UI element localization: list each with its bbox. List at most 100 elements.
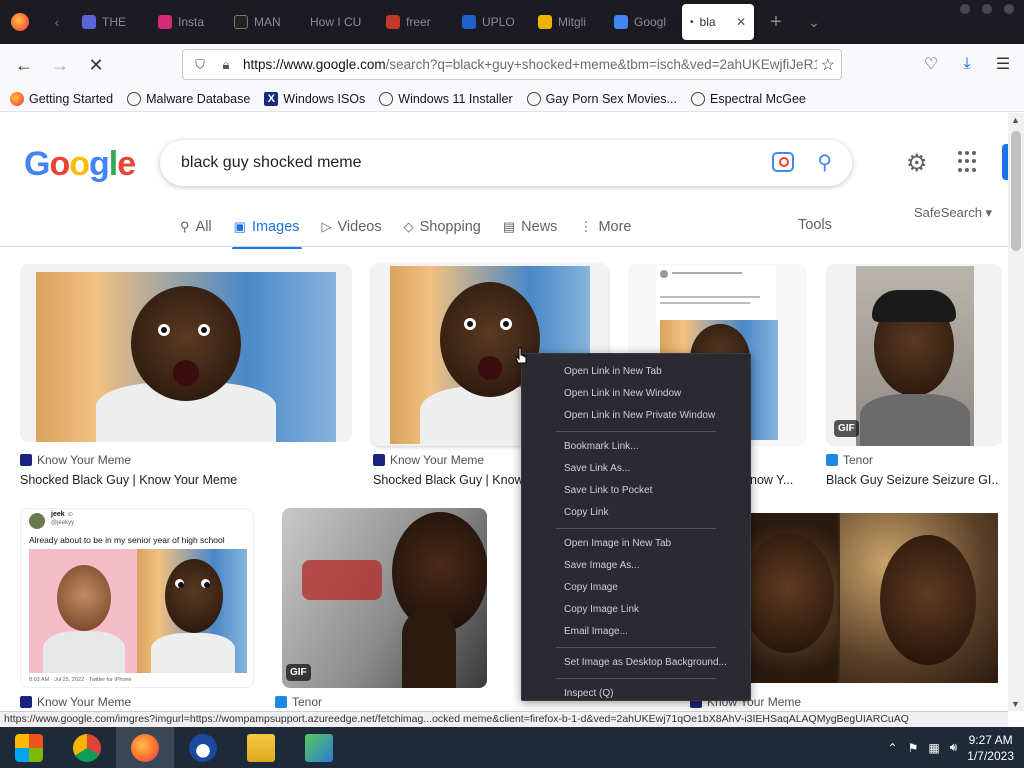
bookmark-item[interactable]: Windows 11 Installer [379,91,513,106]
image-result-thumbnail[interactable]: GIF [826,264,1002,446]
menu-item-open-image-new-tab[interactable]: Open Image in New Tab [522,533,750,555]
tab-videos[interactable]: ▷ Videos [322,209,382,245]
menu-item-copy-link[interactable]: Copy Link [522,502,750,524]
browser-tab[interactable]: Googl [606,4,680,40]
taskbar-file-explorer[interactable] [232,727,290,768]
menu-item-save-link-to-pocket[interactable]: Save Link to Pocket [522,480,750,502]
bookmark-label: Getting Started [29,91,114,106]
taskbar-obama[interactable] [174,727,232,768]
result-caption[interactable]: Shocked Black Guy | Know [373,473,521,487]
chrome-icon [73,733,101,762]
bookmark-item[interactable]: Espectral McGee [690,91,806,106]
new-tab-button[interactable]: + [756,11,796,34]
bookmark-item[interactable]: Malware Database [127,91,250,106]
tools-button[interactable]: Tools [798,217,832,233]
google-logo[interactable]: Google [24,145,136,184]
image-result-thumbnail[interactable]: jeek ☺ @jeekyy Already about to be in my… [20,508,254,688]
image-result-thumbnail[interactable] [20,264,352,442]
taskbar-chrome[interactable] [58,727,116,768]
close-window-button[interactable] [1004,4,1014,14]
tab-scroll-left-button[interactable]: ‹ [40,0,74,44]
clock[interactable]: 9:27 AM 1/7/2023 [967,732,1014,764]
google-lens-icon[interactable] [772,152,794,172]
tab-label: UPLO [482,15,515,29]
maximize-button[interactable] [982,4,992,14]
scroll-up-icon[interactable]: ▲ [1011,115,1020,125]
gear-icon[interactable]: ⚙ [906,149,928,178]
pocket-icon[interactable]: ♡ [918,50,944,78]
taskbar-network[interactable] [290,727,348,768]
tab-news[interactable]: ▤ News [503,209,558,245]
scroll-down-icon[interactable]: ▼ [1011,699,1020,709]
menu-item-copy-image[interactable]: Copy Image [522,577,750,599]
menu-item-open-link-new-window[interactable]: Open Link in New Window [522,383,750,405]
menu-item-save-link-as[interactable]: Save Link As... [522,458,750,480]
address-bar[interactable]: ⛉ 🔒︎ https://www.google.com/search?q=bla… [182,49,842,80]
result-source[interactable]: Know Your Meme [373,453,484,467]
back-button[interactable]: ← [6,49,42,81]
volume-icon[interactable]: 🔊︎ [950,740,958,755]
browser-tab[interactable]: MAN [226,4,300,40]
downloads-icon[interactable]: ⤓ [954,50,980,78]
stop-loading-button[interactable]: ✕ [78,49,114,81]
result-source[interactable]: Tenor [826,453,873,467]
durag [872,290,956,322]
tab-more[interactable]: ⋮ More [579,209,631,245]
gif-badge: GIF [286,664,311,681]
browser-tab[interactable]: Insta [150,4,224,40]
bookmark-item[interactable]: X Windows ISOs [264,91,365,106]
menu-item-bookmark-link[interactable]: Bookmark Link... [522,436,750,458]
tab-all[interactable]: ⚲ All [180,209,212,245]
close-tab-icon[interactable]: ✕ [736,15,746,29]
menu-item-set-desktop-background[interactable]: Set Image as Desktop Background... [522,652,750,674]
search-icon[interactable]: ⚲ [817,150,832,175]
minimize-button[interactable] [960,4,970,14]
list-all-tabs-button[interactable]: ⌄ [796,14,832,31]
menu-item-copy-image-link[interactable]: Copy Image Link [522,599,750,621]
background-car [302,560,382,600]
bookmark-star-icon[interactable]: ☆ [816,55,835,75]
result-caption[interactable]: Shocked Black Guy | Know Your Meme [20,473,350,487]
bookmark-item[interactable]: Getting Started [10,91,114,106]
tracking-protection-shield-icon[interactable]: ⛉ [191,57,209,73]
result-source[interactable]: Know Your Meme [20,453,131,467]
menu-item-open-link-new-tab[interactable]: Open Link in New Tab [522,361,750,383]
flag-icon[interactable]: ⚑ [908,741,919,755]
image-result-thumbnail[interactable] [722,513,998,683]
tab-shopping[interactable]: ◇ Shopping [404,209,481,245]
network-status-icon[interactable]: ▦ [928,741,939,755]
menu-item-open-link-private-window[interactable]: Open Link in New Private Window [522,405,750,427]
show-hidden-icons[interactable]: ⌃ [888,741,898,755]
result-caption[interactable]: Black Guy Seizure Seizure GI... [826,473,998,487]
browser-tab[interactable]: Mitgli [530,4,604,40]
lock-icon[interactable]: 🔒︎ [217,57,235,73]
browser-tab[interactable]: THE [74,4,148,40]
source-label: Tenor [292,695,323,709]
hamburger-menu-icon[interactable]: ☰ [990,50,1016,78]
search-input[interactable]: black guy shocked meme ⚲ [160,140,852,186]
tab-images[interactable]: ▣ Images [231,209,302,249]
browser-tab[interactable]: freer [378,4,452,40]
result-caption[interactable]: now Y... [750,473,810,487]
bookmark-item[interactable]: Gay Porn Sex Movies... [526,91,677,106]
google-apps-icon[interactable] [958,151,980,173]
firefox-menu-icon[interactable] [0,0,40,44]
scrollbar-thumb[interactable] [1011,131,1021,251]
face [880,535,976,665]
image-result-thumbnail[interactable]: GIF [282,508,487,688]
forward-button[interactable]: → [42,49,78,81]
shirt [43,631,125,673]
start-button[interactable] [0,727,58,768]
menu-item-save-image-as[interactable]: Save Image As... [522,555,750,577]
menu-item-email-image[interactable]: Email Image... [522,621,750,643]
result-source[interactable]: Tenor [275,695,322,709]
browser-tab-active[interactable]: • bla ✕ [682,4,754,40]
browser-tab[interactable]: How I CU [302,4,376,40]
result-source[interactable]: Know Your Meme [20,695,131,709]
page-scrollbar[interactable]: ▲ ▼ [1008,113,1024,711]
menu-item-inspect[interactable]: Inspect (Q) [522,683,750,705]
shirt [860,394,970,446]
taskbar-firefox[interactable] [116,727,174,768]
safesearch-dropdown[interactable]: SafeSearch ▾ [914,205,992,221]
browser-tab[interactable]: UPLO [454,4,528,40]
